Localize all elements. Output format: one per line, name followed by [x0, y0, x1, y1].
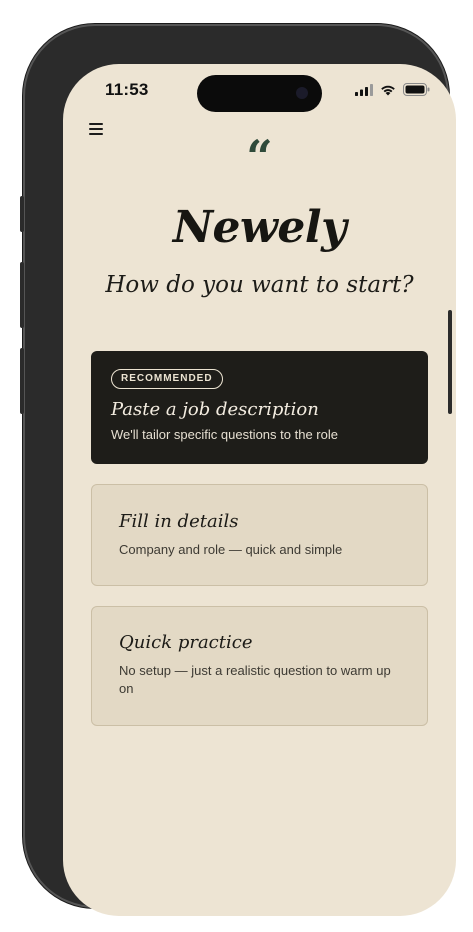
status-time: 11:53 [105, 80, 149, 99]
camera-icon [296, 87, 308, 99]
option-title: Fill in details [119, 511, 239, 532]
option-title: Quick practice [119, 632, 253, 653]
option-paste-job-description[interactable]: RECOMMENDED Paste a job description We'l… [91, 351, 428, 464]
option-title: Paste a job description [111, 399, 319, 420]
option-description: We'll tailor specific questions to the r… [111, 427, 338, 442]
app-screen: 11:53 “ Newely How do you want to start?… [63, 64, 456, 916]
action-button [20, 196, 24, 232]
cellular-signal-icon [355, 83, 373, 96]
dynamic-island [197, 75, 322, 112]
volume-up-button [20, 262, 24, 328]
phone-frame: 11:53 “ Newely How do you want to start?… [23, 24, 456, 916]
option-description: No setup — just a realistic question to … [119, 663, 391, 696]
quote-mark-icon: “ [246, 130, 273, 184]
option-quick-practice[interactable]: Quick practice No setup — just a realist… [91, 606, 428, 726]
battery-icon [403, 83, 430, 96]
start-prompt: How do you want to start? [105, 272, 414, 298]
app-title: Newely [172, 202, 347, 253]
option-description: Company and role — quick and simple [119, 542, 343, 557]
recommended-badge: RECOMMENDED [111, 369, 223, 389]
status-icons [355, 83, 430, 96]
power-button [448, 310, 452, 414]
wifi-icon [381, 85, 395, 95]
option-fill-in-details[interactable]: Fill in details Company and role — quick… [91, 484, 428, 586]
volume-down-button [20, 348, 24, 414]
